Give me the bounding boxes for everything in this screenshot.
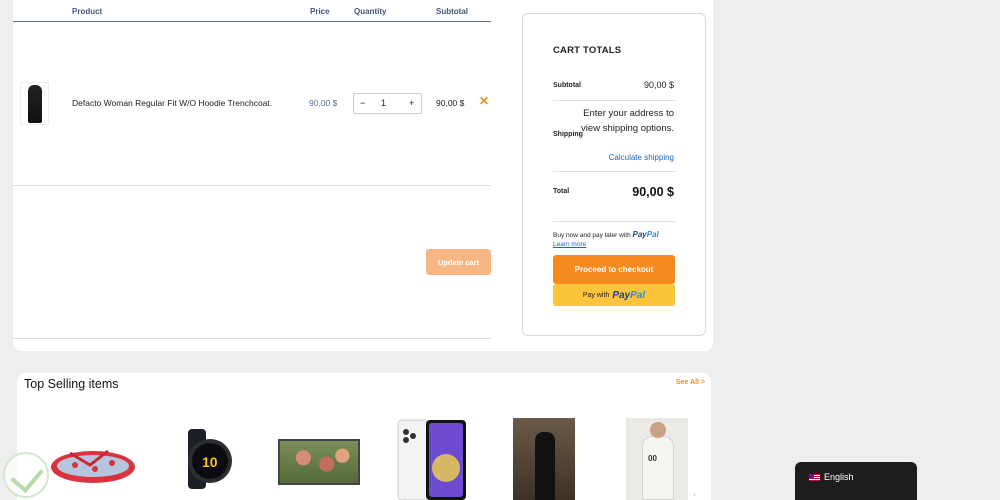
qty-decrease-button[interactable]: − [360, 98, 365, 108]
product-name-link[interactable]: Defacto Woman Regular Fit W/O Hoodie Tre… [72, 98, 272, 108]
divider [553, 171, 675, 172]
see-all-link[interactable]: See All > [676, 379, 705, 386]
paypal-button-label: Pay with [582, 291, 610, 299]
paypal-logo-pay: Pay [632, 230, 647, 239]
qty-increase-button[interactable]: + [409, 98, 414, 108]
header-product: Product [72, 7, 103, 16]
paypal-logo-pal: Pal [646, 230, 659, 239]
language-switcher[interactable]: English [795, 462, 917, 500]
proceed-to-checkout-button[interactable]: Proceed to checkout [553, 255, 675, 284]
divider [553, 100, 675, 101]
cart-table-header: Product Price Quantity Subtotal [13, 0, 491, 22]
cart-item-row: Defacto Woman Regular Fit W/O Hoodie Tre… [13, 22, 491, 186]
divider [13, 338, 491, 339]
quantity-stepper: − 1 + [353, 93, 422, 114]
paypal-logo-pay: Pay [612, 289, 631, 301]
header-price: Price [310, 7, 330, 16]
product-hoodie-image[interactable]: 00 [626, 418, 688, 500]
product-price: 90,00 $ [309, 98, 338, 108]
product-flipflop-image[interactable] [50, 445, 136, 487]
product-frame-tv-image[interactable] [278, 439, 360, 485]
total-value: 90,00 $ [632, 185, 674, 199]
site-logo-icon [3, 452, 49, 498]
cart-totals-panel: CART TOTALS Subtotal 90,00 $ Shipping En… [522, 13, 706, 336]
subtotal-label: Subtotal [553, 82, 581, 89]
paypal-logo: PayPal [633, 230, 659, 239]
product-thumbnail[interactable] [20, 82, 49, 125]
paylater-message: Buy now and pay later with PayPal Learn … [553, 230, 677, 249]
paypal-logo-pal: Pal [630, 289, 646, 301]
header-quantity: Quantity [354, 7, 387, 16]
qty-input[interactable]: 1 [381, 98, 386, 108]
item-subtotal: 90,00 $ [436, 98, 465, 108]
product-smartwatch-image[interactable]: 10 [180, 429, 236, 489]
watch-display-text: 10 [202, 454, 218, 470]
top-selling-section: Top Selling items See All > 10 00 [17, 373, 711, 500]
us-flag-icon [809, 474, 820, 481]
total-label: Total [553, 188, 570, 195]
cart-card: Product Price Quantity Subtotal Defacto … [13, 0, 713, 351]
header-subtotal: Subtotal [436, 7, 468, 16]
subtotal-value: 90,00 $ [643, 80, 674, 90]
carousel-next-icon[interactable]: › [693, 490, 696, 499]
learn-more-link[interactable]: Learn more [553, 241, 586, 248]
update-cart-button[interactable]: Update cart [426, 249, 491, 275]
product-smartphone-image[interactable] [396, 418, 468, 500]
paypal-logo: PayPal [612, 290, 645, 301]
calculate-shipping-link[interactable]: Calculate shipping [609, 153, 674, 162]
product-dress-image[interactable] [513, 418, 575, 500]
top-selling-title: Top Selling items [24, 377, 119, 391]
close-icon[interactable]: ✕ [479, 94, 489, 108]
divider [553, 221, 675, 222]
paylater-text: Buy now and pay later with [553, 232, 631, 239]
paypal-button[interactable]: Pay with PayPal [553, 284, 675, 306]
cart-totals-title: CART TOTALS [553, 45, 622, 56]
shipping-text: Enter your address to view shipping opti… [581, 108, 674, 134]
language-label: English [824, 472, 854, 482]
hoodie-print-text: 00 [648, 454, 657, 463]
